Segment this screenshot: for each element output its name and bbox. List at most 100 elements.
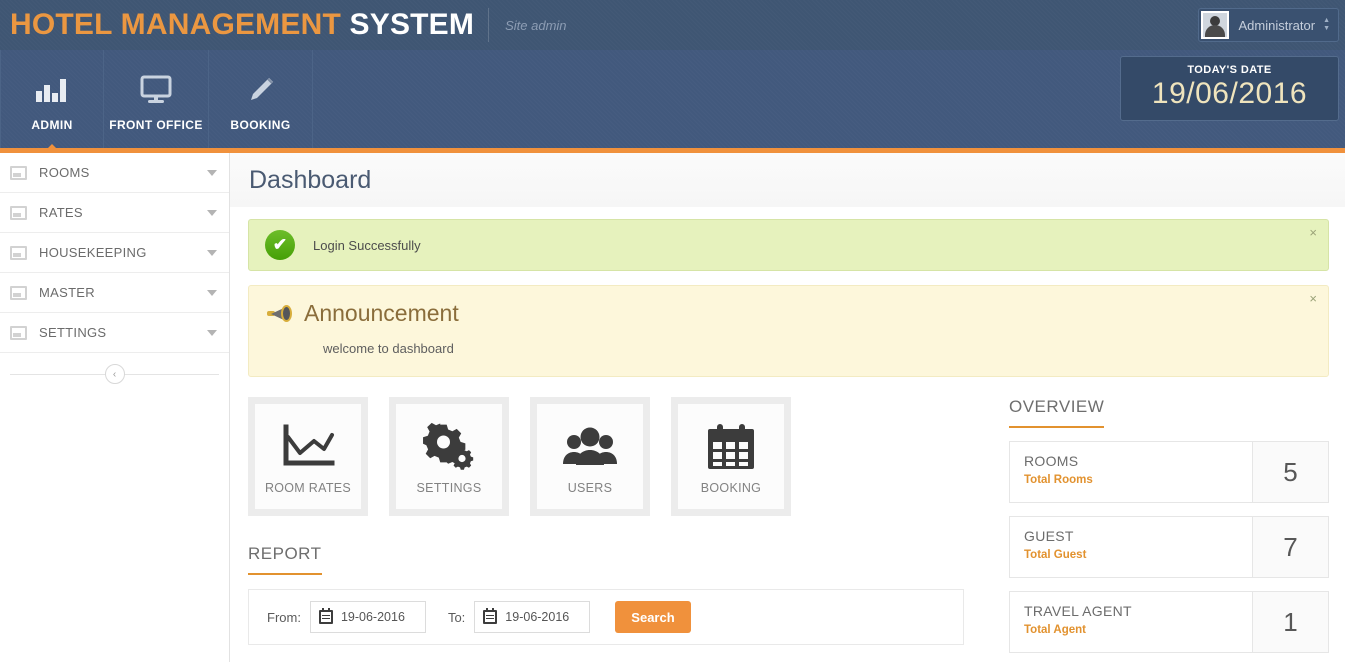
overview-heading: OVERVIEW xyxy=(1009,397,1105,428)
top-brand-bar: HOTEL MANAGEMENT SYSTEM Site admin Admin… xyxy=(0,0,1345,50)
from-date-value: 19-06-2016 xyxy=(340,610,405,624)
sidebar-item-label: RATES xyxy=(39,205,83,220)
to-label: To: xyxy=(447,609,466,625)
main-navigation: ADMIN FRONT OFFICE BOOKING TODAY'S DATE … xyxy=(0,50,1345,153)
pencil-icon xyxy=(246,74,276,106)
overview-card-title: ROOMS xyxy=(1024,453,1079,469)
chevron-down-icon[interactable] xyxy=(207,209,217,216)
tile-users[interactable]: USERS xyxy=(530,397,650,516)
brand-text-secondary: SYSTEM xyxy=(349,8,475,41)
overview-card-value: 1 xyxy=(1252,592,1328,652)
sidebar: ROOMS RATES HOUSEKEEPING MASTER SETTINGS… xyxy=(0,153,230,662)
quick-action-tiles: ROOM RATES SETTINGS USERS BOOKING xyxy=(248,397,984,516)
todays-date-label: TODAY'S DATE xyxy=(1187,64,1272,76)
chevron-down-icon[interactable] xyxy=(207,289,217,296)
tile-room-rates[interactable]: ROOM RATES xyxy=(248,397,368,516)
check-circle-icon: ✔ xyxy=(265,230,295,260)
sidebar-item-label: SETTINGS xyxy=(39,325,107,340)
calendar-icon xyxy=(483,608,498,624)
dashboard-left-column: ROOM RATES SETTINGS USERS BOOKING REPORT… xyxy=(248,397,984,653)
line-chart-icon xyxy=(280,419,336,475)
brand-text-primary: HOTEL MANAGEMENT xyxy=(10,8,341,41)
tile-settings[interactable]: SETTINGS xyxy=(389,397,509,516)
report-heading: REPORT xyxy=(248,544,322,575)
tile-label: SETTINGS xyxy=(416,480,482,495)
brand-divider xyxy=(488,8,490,42)
overview-card-value: 5 xyxy=(1252,442,1328,502)
overview-panel: OVERVIEW ROOMS Total Rooms 5 GUEST Total… xyxy=(984,397,1329,653)
window-icon xyxy=(10,285,27,300)
announcement-body: welcome to dashboard xyxy=(323,341,454,356)
overview-card-title: TRAVEL AGENT xyxy=(1024,603,1132,619)
chevron-down-icon[interactable] xyxy=(207,329,217,336)
announcement-alert: Announcement welcome to dashboard × xyxy=(248,285,1329,377)
overview-card-travel-agent[interactable]: TRAVEL AGENT Total Agent 1 xyxy=(1009,591,1329,653)
to-date-value: 19-06-2016 xyxy=(505,610,570,624)
alert-message: Login Successfully xyxy=(313,237,421,253)
chevron-updown-icon[interactable]: ▲ ▼ xyxy=(1323,17,1330,32)
nav-tab-admin[interactable]: ADMIN xyxy=(0,50,104,148)
main-content: Dashboard ✔ Login Successfully × Announc… xyxy=(230,153,1345,662)
sidebar-collapse-row: ‹ xyxy=(10,353,219,395)
from-label: From: xyxy=(267,609,301,625)
nav-tab-label: ADMIN xyxy=(31,118,73,132)
announcement-title: Announcement xyxy=(304,300,459,326)
overview-card-title: GUEST xyxy=(1024,528,1074,544)
site-admin-label: Site admin xyxy=(505,17,567,33)
todays-date-widget: TODAY'S DATE 19/06/2016 xyxy=(1120,56,1339,121)
bar-chart-icon xyxy=(35,74,69,106)
tile-label: BOOKING xyxy=(700,480,762,495)
user-menu[interactable]: Administrator ▲ ▼ xyxy=(1198,8,1339,42)
megaphone-icon xyxy=(267,303,293,325)
window-icon xyxy=(10,165,27,180)
sidebar-collapse-button[interactable]: ‹ xyxy=(104,364,125,384)
window-icon xyxy=(10,205,27,220)
to-date-input[interactable]: 19-06-2016 xyxy=(474,601,591,633)
sidebar-item-label: MASTER xyxy=(39,285,95,300)
nav-tab-booking[interactable]: BOOKING xyxy=(209,50,313,148)
sidebar-item-rates[interactable]: RATES xyxy=(0,193,229,233)
tile-label: USERS xyxy=(567,480,613,495)
close-icon[interactable]: × xyxy=(1309,292,1317,305)
nav-tab-front-office[interactable]: FRONT OFFICE xyxy=(104,50,209,148)
report-filter-panel: From: 19-06-2016 To: 19-06-2016 Search xyxy=(248,589,964,645)
nav-tab-label: FRONT OFFICE xyxy=(109,118,203,132)
announcement-header: Announcement xyxy=(267,300,1312,327)
chevron-down-icon[interactable] xyxy=(207,249,217,256)
chevron-down-icon[interactable] xyxy=(207,169,217,176)
brand-logo: HOTEL MANAGEMENT SYSTEM xyxy=(10,8,474,42)
login-success-alert: ✔ Login Successfully × xyxy=(248,219,1329,271)
nav-tab-label: BOOKING xyxy=(230,118,291,132)
sidebar-item-label: HOUSEKEEPING xyxy=(39,245,147,260)
sidebar-item-rooms[interactable]: ROOMS xyxy=(0,153,229,193)
from-date-input[interactable]: 19-06-2016 xyxy=(309,601,426,633)
sidebar-item-master[interactable]: MASTER xyxy=(0,273,229,313)
sidebar-item-label: ROOMS xyxy=(39,165,90,180)
tile-booking[interactable]: BOOKING xyxy=(671,397,791,516)
monitor-icon xyxy=(139,74,173,106)
calendar-icon xyxy=(318,608,333,624)
avatar xyxy=(1201,11,1230,39)
sidebar-item-housekeeping[interactable]: HOUSEKEEPING xyxy=(0,233,229,273)
overview-card-rooms[interactable]: ROOMS Total Rooms 5 xyxy=(1009,441,1329,503)
tile-label: ROOM RATES xyxy=(264,480,352,495)
overview-card-subtitle: Total Rooms xyxy=(1024,474,1093,486)
close-icon[interactable]: × xyxy=(1309,226,1317,239)
todays-date-value: 19/06/2016 xyxy=(1151,77,1308,110)
sidebar-item-settings[interactable]: SETTINGS xyxy=(0,313,229,353)
calendar-icon xyxy=(705,419,757,475)
search-button[interactable]: Search xyxy=(615,601,691,633)
user-name-label: Administrator xyxy=(1238,17,1316,33)
overview-card-subtitle: Total Agent xyxy=(1024,624,1086,636)
gears-icon xyxy=(421,419,477,475)
overview-card-subtitle: Total Guest xyxy=(1024,549,1087,561)
window-icon xyxy=(10,245,27,260)
report-section: REPORT From: 19-06-2016 To: 19-06-2016 S… xyxy=(248,544,984,645)
chevron-left-icon: ‹ xyxy=(112,368,117,380)
overview-card-guest[interactable]: GUEST Total Guest 7 xyxy=(1009,516,1329,578)
users-icon xyxy=(561,419,619,475)
window-icon xyxy=(10,325,27,340)
page-header: Dashboard xyxy=(230,153,1345,207)
overview-card-value: 7 xyxy=(1252,517,1328,577)
page-title: Dashboard xyxy=(249,165,372,194)
